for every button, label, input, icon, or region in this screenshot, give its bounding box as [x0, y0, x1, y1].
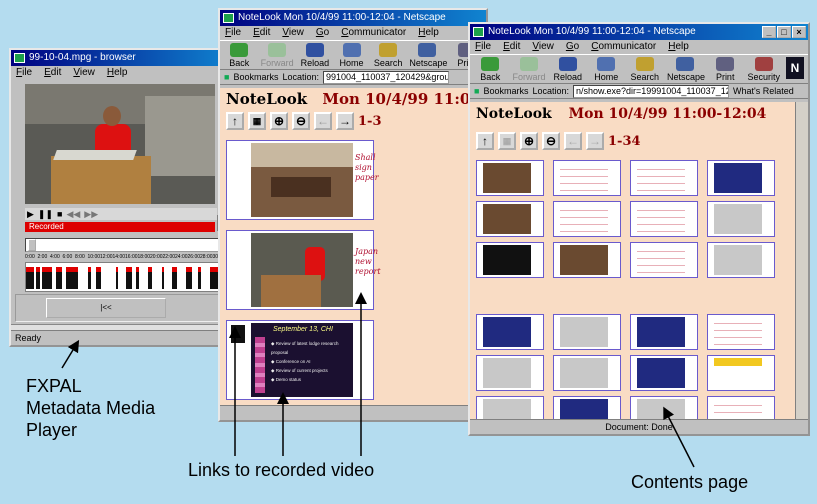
- caption-player: FXPAL Metadata Media Player: [26, 375, 155, 441]
- caption-contents: Contents page: [631, 472, 749, 492]
- caption-player-line-2: Metadata Media: [26, 398, 156, 418]
- caption-player-line-1: FXPAL: [26, 376, 82, 396]
- caption-player-line-3: Player: [26, 420, 78, 440]
- arrow-to-contents: [663, 406, 695, 468]
- caption-links: Links to recorded video: [188, 460, 375, 480]
- arrow-to-player: [61, 339, 80, 369]
